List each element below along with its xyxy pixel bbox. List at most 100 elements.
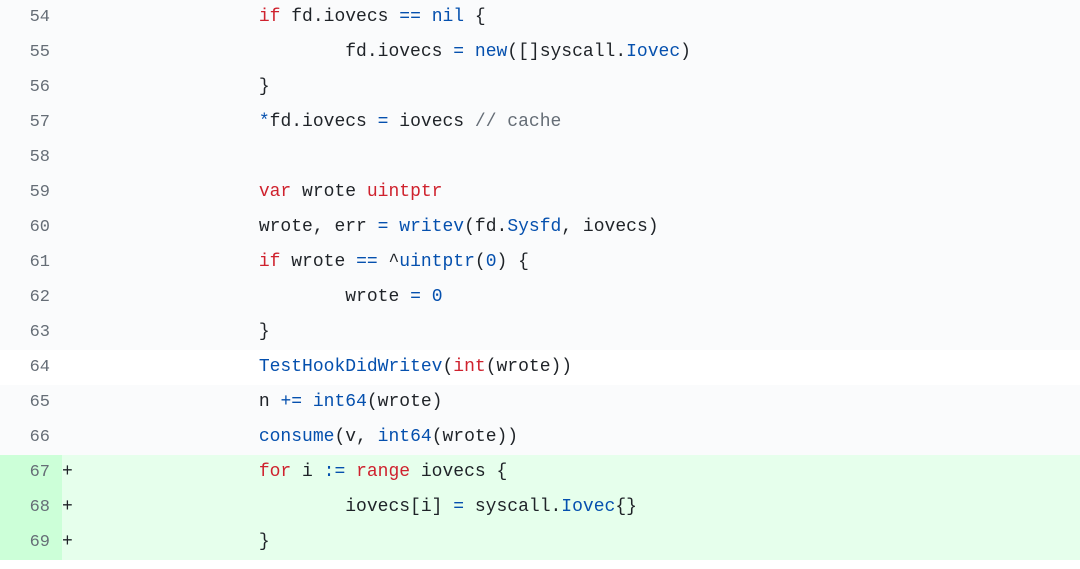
code-token [86, 357, 259, 377]
code-line[interactable]: 61 if wrote == ^uintptr(0) { [0, 245, 1080, 280]
code-token: fd.iovecs [86, 42, 453, 62]
code-token [388, 217, 399, 237]
code-token: writev [399, 217, 464, 237]
code-content[interactable]: TestHookDidWritev(int(wrote)) [86, 350, 1080, 385]
diff-marker: + [62, 455, 86, 490]
code-token: Sysfd [507, 217, 561, 237]
code-token: wrote, err [86, 217, 378, 237]
line-number: 56 [0, 70, 62, 105]
code-line[interactable]: 67+ for i := range iovecs { [0, 455, 1080, 490]
code-token: = [410, 287, 421, 307]
line-number: 64 [0, 350, 62, 385]
code-token: = [453, 497, 464, 517]
code-content[interactable]: } [86, 70, 1080, 105]
line-number: 62 [0, 280, 62, 315]
code-token: wrote [291, 182, 367, 202]
code-token: fd.iovecs [280, 7, 399, 27]
code-token [86, 462, 259, 482]
code-token: (v, [334, 427, 377, 447]
diff-view: 54 if fd.iovecs == nil {55 fd.iovecs = n… [0, 0, 1080, 560]
code-token: = [378, 112, 389, 132]
code-token: if [259, 7, 281, 27]
code-line[interactable]: 54 if fd.iovecs == nil { [0, 0, 1080, 35]
code-token: ^ [378, 252, 400, 272]
code-content[interactable]: } [86, 315, 1080, 350]
diff-marker: + [62, 490, 86, 525]
code-line[interactable]: 62 wrote = 0 [0, 280, 1080, 315]
code-token: } [86, 322, 270, 342]
code-line[interactable]: 55 fd.iovecs = new([]syscall.Iovec) [0, 35, 1080, 70]
code-token: int64 [313, 392, 367, 412]
code-token: iovecs { [410, 462, 507, 482]
line-number: 65 [0, 385, 62, 420]
code-token [345, 462, 356, 482]
code-token: Iovec [626, 42, 680, 62]
code-token: ( [475, 252, 486, 272]
code-token: // cache [475, 112, 561, 132]
line-number: 66 [0, 420, 62, 455]
code-token: i [291, 462, 323, 482]
code-token: (fd. [464, 217, 507, 237]
code-token: wrote [280, 252, 356, 272]
code-token [421, 7, 432, 27]
code-token: iovecs[i] [86, 497, 453, 517]
code-token: int [453, 357, 485, 377]
code-content[interactable]: consume(v, int64(wrote)) [86, 420, 1080, 455]
code-content[interactable]: wrote = 0 [86, 280, 1080, 315]
code-content[interactable]: } [86, 525, 1080, 560]
line-number: 60 [0, 210, 62, 245]
code-line[interactable]: 64 TestHookDidWritev(int(wrote)) [0, 350, 1080, 385]
code-content[interactable]: fd.iovecs = new([]syscall.Iovec) [86, 35, 1080, 70]
code-content[interactable]: wrote, err = writev(fd.Sysfd, iovecs) [86, 210, 1080, 245]
line-number: 54 [0, 0, 62, 35]
code-line[interactable]: 68+ iovecs[i] = syscall.Iovec{} [0, 490, 1080, 525]
code-token: TestHookDidWritev [259, 357, 443, 377]
code-token: ([]syscall. [507, 42, 626, 62]
code-content[interactable]: if fd.iovecs == nil { [86, 0, 1080, 35]
code-line[interactable]: 57 *fd.iovecs = iovecs // cache [0, 105, 1080, 140]
code-line[interactable]: 58 [0, 140, 1080, 175]
line-number: 63 [0, 315, 62, 350]
code-token: fd.iovecs [270, 112, 378, 132]
code-token: { [464, 7, 486, 27]
code-content[interactable]: iovecs[i] = syscall.Iovec{} [86, 490, 1080, 525]
code-token: range [356, 462, 410, 482]
code-token: (wrote)) [432, 427, 518, 447]
code-token: uintptr [399, 252, 475, 272]
code-line[interactable]: 56 } [0, 70, 1080, 105]
code-token: 0 [432, 287, 443, 307]
line-number: 55 [0, 35, 62, 70]
code-token: for [259, 462, 291, 482]
code-token: (wrote) [367, 392, 443, 412]
code-token [86, 182, 259, 202]
line-number: 59 [0, 175, 62, 210]
code-token: Iovec [561, 497, 615, 517]
code-token: ( [442, 357, 453, 377]
code-token: iovecs [388, 112, 474, 132]
code-token: == [356, 252, 378, 272]
code-content[interactable]: if wrote == ^uintptr(0) { [86, 245, 1080, 280]
code-content[interactable]: *fd.iovecs = iovecs // cache [86, 105, 1080, 140]
code-line[interactable]: 65 n += int64(wrote) [0, 385, 1080, 420]
code-token: nil [432, 7, 464, 27]
code-token: 0 [486, 252, 497, 272]
code-token: if [259, 252, 281, 272]
line-number: 69 [0, 525, 62, 560]
code-token: uintptr [367, 182, 443, 202]
code-token [86, 112, 259, 132]
diff-marker: + [62, 525, 86, 560]
code-line[interactable]: 60 wrote, err = writev(fd.Sysfd, iovecs) [0, 210, 1080, 245]
code-token: ) { [497, 252, 529, 272]
code-content[interactable]: for i := range iovecs { [86, 455, 1080, 490]
line-number: 61 [0, 245, 62, 280]
code-line[interactable]: 63 } [0, 315, 1080, 350]
code-token: == [399, 7, 421, 27]
code-line[interactable]: 66 consume(v, int64(wrote)) [0, 420, 1080, 455]
code-content[interactable]: var wrote uintptr [86, 175, 1080, 210]
code-token [86, 7, 259, 27]
code-token: } [86, 532, 270, 552]
code-line[interactable]: 59 var wrote uintptr [0, 175, 1080, 210]
code-token: := [324, 462, 346, 482]
code-line[interactable]: 69+ } [0, 525, 1080, 560]
code-content[interactable]: n += int64(wrote) [86, 385, 1080, 420]
